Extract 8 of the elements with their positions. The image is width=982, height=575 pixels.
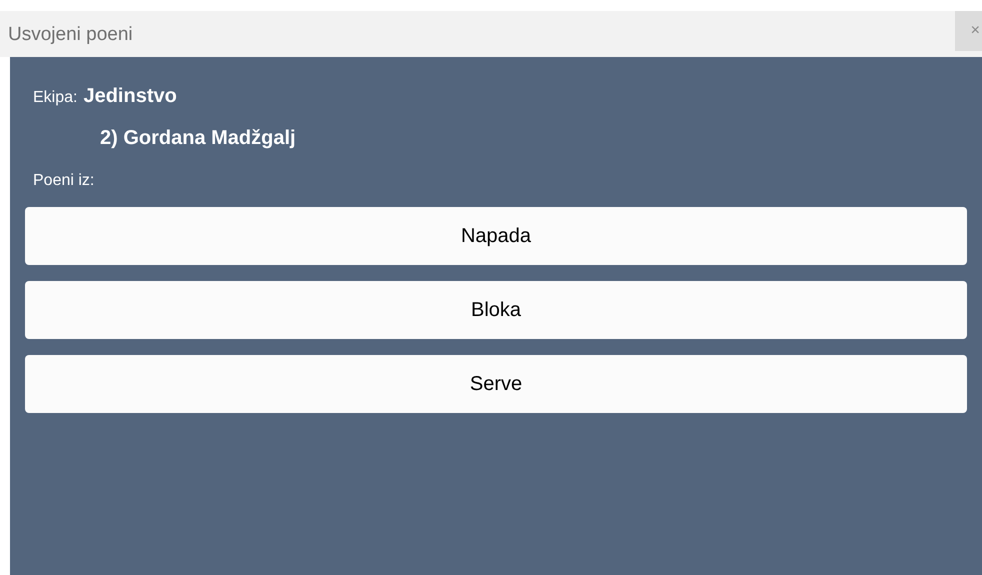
point-type-button[interactable]: Bloka	[25, 281, 967, 339]
team-label: Ekipa:	[33, 88, 78, 108]
team-name: Jedinstvo	[83, 84, 177, 109]
point-type-button[interactable]: Napada	[25, 207, 967, 265]
point-type-button[interactable]: Serve	[25, 355, 967, 413]
window-title: Usvojeni poeni	[8, 23, 133, 47]
points-label: Poeni iz:	[33, 171, 96, 191]
player-name: 2) Gordana Madžgalj	[100, 126, 297, 151]
